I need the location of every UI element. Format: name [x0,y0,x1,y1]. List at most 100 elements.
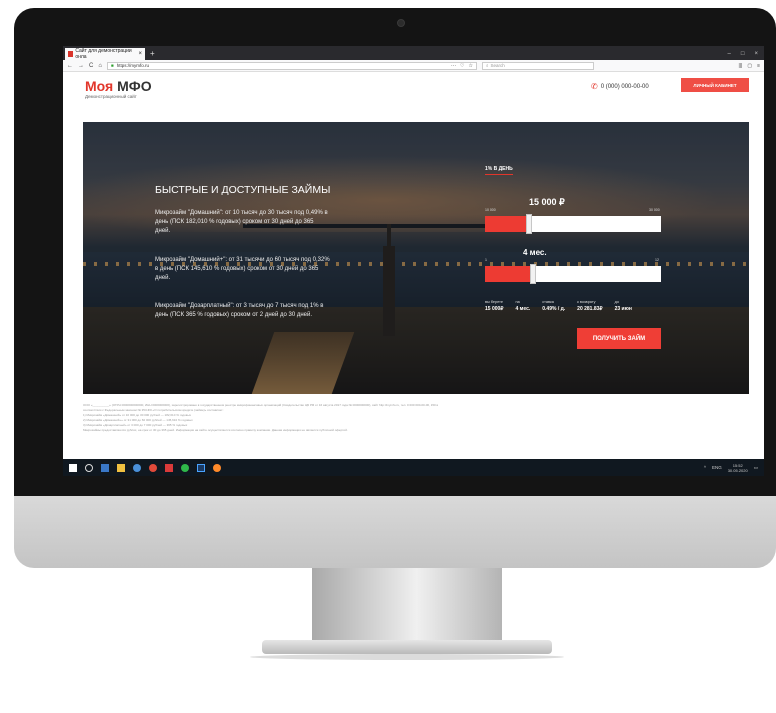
legal-footnote: ООО «__________» (ОГРН 0000000000000, ИН… [83,403,603,432]
loan-description-2: Микрозайм "Домашний+": от 31 тысячи до 6… [155,257,330,281]
new-tab-button[interactable]: + [150,48,155,60]
file-explorer-icon[interactable] [117,463,125,472]
lock-icon: ■ [110,63,114,68]
browser-tab-bar: Сайт для демонстрации онла × + – □ × [63,46,764,60]
tray-date: 30.05.2020 [727,467,748,473]
search-placeholder: Search [490,63,505,68]
bookmark-star-icon[interactable]: ☆ [468,63,472,69]
term-slider[interactable] [485,264,661,284]
rate-tab[interactable]: 1% В ДЕНЬ [485,166,513,175]
notification-icon[interactable]: ▭ [754,465,758,471]
back-icon[interactable]: ← [67,63,73,69]
imac-monitor: Сайт для демонстрации онла × + – □ × ← →… [14,8,776,568]
loan-summary: вы берете 15 000₽ на 4 мес. ставка 0.49%… [485,300,632,312]
page-actions-icon[interactable]: ··· [451,63,456,69]
url-tools: ··· ♡ ☆ [451,63,473,69]
term-min-label: 1 [485,258,487,262]
logo-subtitle: Демонстрационный сайт [85,94,137,99]
summary-label: вы берете [485,300,503,304]
footnote-line: Микрозаймы предоставляются рублях, на ср… [83,428,348,432]
term-slider-fill [485,266,533,282]
summary-value: 15 000₽ [485,306,504,312]
summary-label: к возврату [577,300,596,304]
phone-contact[interactable]: ✆ 0 (000) 000-00-00 [591,82,649,91]
amount-slider[interactable] [485,214,661,234]
monitor-stand [312,568,502,646]
hero-section: БЫСТРЫЕ И ДОСТУПНЫЕ ЗАЙМЫ Микрозайм "Дом… [83,122,749,394]
windows-start-icon[interactable] [69,463,77,472]
chrome-icon[interactable] [133,463,141,472]
app-red-icon[interactable] [165,463,173,472]
logo-primary: Моя [85,78,114,94]
summary-value: 23 июн [614,306,632,312]
search-icon[interactable] [85,463,93,472]
summary-repay: к возврату 20 281.83₽ [577,300,602,312]
search-icon: ⌕ [485,63,489,68]
favicon-icon [68,51,74,57]
forward-icon[interactable]: → [78,63,84,69]
photoshop-icon[interactable] [197,463,205,472]
opera-icon[interactable] [149,463,157,472]
amount-slider-handle[interactable] [526,214,532,234]
hero-title: БЫСТРЫЕ И ДОСТУПНЫЕ ЗАЙМЫ [155,184,331,196]
browser-nav-bar: ← → C ⌂ ■ https://mymfo.ru ··· ♡ ☆ ⌕ Sea… [63,60,764,72]
system-tray: ^ ENG 15:52 30.05.2020 ▭ [704,463,758,473]
get-loan-button[interactable]: Получить займ [577,328,661,349]
monitor-bezel: Сайт для демонстрации онла × + – □ × ← →… [14,8,776,496]
phone-icon: ✆ [591,82,598,91]
footnote-line: 1) Микрозайм «Домашний» от 10 000 до 30 … [83,413,192,417]
summary-value: 0.49% / д. [542,306,566,312]
summary-amount: вы берете 15 000₽ [485,300,503,312]
tab-close-icon[interactable]: × [138,51,142,57]
screen: Сайт для демонстрации онла × + – □ × ← →… [63,46,764,476]
camera-icon [397,19,405,27]
pocket-icon[interactable]: ♡ [460,63,464,69]
term-value: 4 мес. [523,248,547,257]
footnote-line: 3) Микрозайм «Дозарплатный» от 3 000 до … [83,423,188,427]
maximize-icon[interactable]: □ [741,48,745,60]
tray-clock[interactable]: 15:52 30.05.2020 [728,463,748,473]
sidebar-icon[interactable]: ▢ [747,63,752,69]
browser-search-input[interactable]: ⌕ Search [481,61,594,70]
monitor-foot [262,640,552,654]
summary-due-date: до 23 июн [615,300,632,312]
home-icon[interactable]: ⌂ [98,63,102,69]
browser-tab[interactable]: Сайт для демонстрации онла × [65,48,145,60]
monitor-chin [14,496,776,568]
summary-value: 20 281.83₽ [577,306,603,312]
window-controls: – □ × [728,48,764,60]
minimize-icon[interactable]: – [728,48,731,60]
amount-value: 15 000 ₽ [529,197,565,207]
browser-toolbar-right: ||| ▢ ≡ [738,63,760,69]
logo-secondary: МФО [117,78,152,94]
phone-number: 0 (000) 000-00-00 [600,83,649,90]
loan-description-1: Микрозайм "Домашний": от 10 тысяч до 30 … [155,210,328,234]
summary-value: 4 мес. [515,306,531,312]
summary-rate: ставка 0.49% / д. [542,300,565,312]
url-text: https://mymfo.ru [116,63,149,68]
footnote-line: 2) Микрозайм «Домашний+» от 31 000 до 60… [83,418,193,422]
footnote-line: ООО «__________» (ОГРН 0000000000000, ИН… [83,403,439,407]
whatsapp-icon[interactable] [181,463,189,472]
term-slider-handle[interactable] [530,264,536,284]
menu-icon[interactable]: ≡ [757,63,760,69]
amount-min-label: 10 000 [485,208,496,212]
tray-language[interactable]: ENG [712,465,722,470]
tray-arrow-icon[interactable]: ^ [704,465,706,470]
tab-title: Сайт для демонстрации онла [75,48,132,60]
amount-max-label: 30 000 [649,208,660,212]
personal-cabinet-button[interactable]: Личный кабинет [681,78,749,92]
firefox-icon[interactable] [213,463,221,472]
term-max-label: 12 [655,258,659,262]
loan-description-3: Микрозайм "Дозарплатный": от 3 тысяч до … [155,303,324,318]
site-logo[interactable]: Моя МФО [85,78,152,94]
cortana-icon[interactable] [101,463,109,472]
url-bar[interactable]: ■ https://mymfo.ru ··· ♡ ☆ [106,61,477,70]
footnote-line: соответствии с Федеральным законом № 353… [83,408,224,412]
reload-icon[interactable]: C [89,63,93,69]
summary-term: на 4 мес. [515,300,530,312]
monitor-foot-shadow [250,654,564,660]
library-icon[interactable]: ||| [738,63,742,69]
site-header: Моя МФО Демонстрационный сайт ✆ 0 (000) … [63,72,764,110]
close-window-icon[interactable]: × [754,48,758,60]
